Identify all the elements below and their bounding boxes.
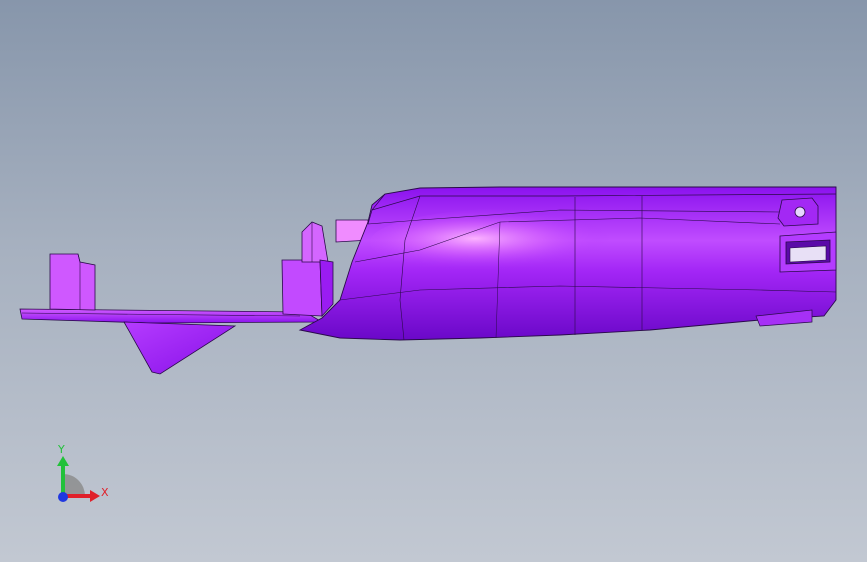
- triad-quadrant: [63, 474, 85, 496]
- slot-opening: [779, 231, 837, 273]
- graphics-viewport[interactable]: Y X: [0, 0, 867, 562]
- y-axis-label: Y: [58, 443, 65, 456]
- coordinate-triad: [57, 456, 100, 502]
- x-axis-label: X: [101, 486, 109, 499]
- z-axis-dot: [58, 492, 68, 502]
- main-housing: [298, 186, 837, 341]
- mount-tab: [777, 197, 819, 227]
- left-rib: [49, 253, 96, 311]
- support-fin: [123, 321, 237, 375]
- model-part[interactable]: [0, 0, 867, 562]
- base-plate: [19, 308, 324, 324]
